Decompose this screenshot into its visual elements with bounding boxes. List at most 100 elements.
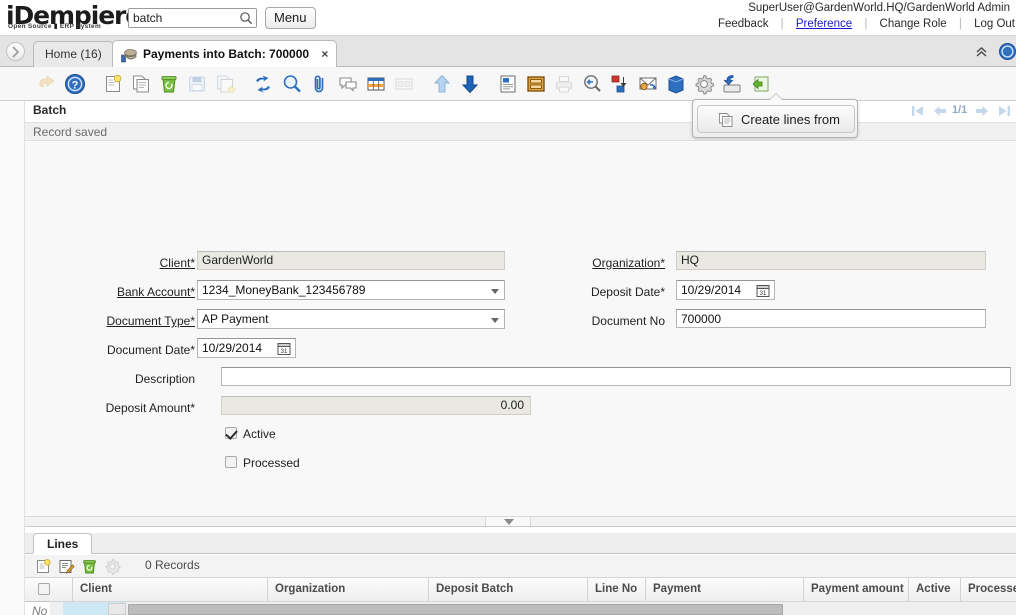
processed-checkbox[interactable] [225,456,237,468]
help-button[interactable]: ? [64,73,86,95]
detail-record-button[interactable] [459,73,481,95]
close-icon[interactable]: × [321,47,328,61]
scrollbar-grip[interactable] [108,603,126,615]
column-header-payment-amount[interactable]: Payment amount [804,578,909,601]
save-create-new-button[interactable] [214,73,236,95]
collapse-panel-button[interactable] [973,43,990,60]
left-gutter [0,101,25,615]
column-header-active[interactable]: Active [909,578,961,601]
search-icon[interactable] [239,11,253,25]
document-type-value: AP Payment [202,312,268,326]
active-checkbox[interactable] [225,427,237,439]
search-input[interactable] [129,9,233,27]
panel-splitter[interactable] [25,517,1016,527]
form-toggle-button[interactable] [393,73,415,95]
field-label-document-type[interactable]: Document Type* [107,314,196,328]
print-button[interactable] [553,73,575,95]
top-bar: iDempiere Open Source ▮ ERP System Menu … [0,0,1016,36]
menu-item-create-lines-from[interactable]: Create lines from [697,105,855,133]
archive-button[interactable] [525,73,547,95]
sidebar-expand-button[interactable] [6,42,25,61]
global-search[interactable] [128,8,257,28]
column-header-deposit-batch[interactable]: Deposit Batch [429,578,588,601]
tab-lines[interactable]: Lines [33,533,92,554]
field-label-client[interactable]: Client* [160,256,195,270]
attachment-button[interactable] [309,73,331,95]
report-button[interactable] [497,73,519,95]
import-button[interactable] [721,73,743,95]
deposit-amount-value: 0.00 [221,396,531,415]
chat-button[interactable] [337,73,359,95]
column-header-client[interactable]: Client [73,578,268,601]
log-out-link[interactable]: Log Out [965,18,1016,30]
exit-button[interactable] [749,73,771,95]
previous-record-button[interactable] [932,103,948,119]
printer-icon [553,73,575,95]
parent-record-button[interactable] [431,73,453,95]
change-role-link[interactable]: Change Role [871,18,956,30]
lines-grid-header: Client Organization Deposit Batch Line N… [25,578,1016,602]
preference-link[interactable]: Preference [787,18,861,30]
select-all-checkbox[interactable] [38,583,50,595]
splitter-handle[interactable] [485,517,531,526]
help-circle-button[interactable] [999,43,1016,60]
find-button[interactable] [281,73,303,95]
field-label-organization[interactable]: Organization* [592,256,665,270]
edit-line-button[interactable] [58,558,75,575]
document-no-input[interactable] [676,309,986,328]
product-info-button[interactable] [665,73,687,95]
zoom-across-button[interactable] [581,73,603,95]
save-new-icon [214,73,236,95]
delete-record-button[interactable] [158,73,180,95]
refresh-button[interactable] [252,73,274,95]
calendar-icon[interactable]: 31 [277,341,291,356]
main-toolbar: ? [0,67,1016,101]
delete-line-button[interactable] [81,558,98,575]
lines-grid: Client Organization Deposit Batch Line N… [25,578,1016,602]
column-header-payment[interactable]: Payment [646,578,804,601]
menu-button[interactable]: Menu [265,7,316,29]
new-record-button[interactable] [102,73,124,95]
bank-account-select[interactable]: 1234_MoneyBank_123456789 [197,280,505,300]
horizontal-scrollbar[interactable] [50,601,1016,615]
description-input[interactable] [221,367,1011,386]
line-process-button[interactable] [104,558,121,575]
field-label-bank-account[interactable]: Bank Account* [117,285,195,299]
column-header-line-no[interactable]: Line No [588,578,646,601]
next-record-button[interactable] [974,103,990,119]
chevron-down-icon[interactable] [491,318,499,323]
document-date-input[interactable]: 10/29/2014 31 [197,338,296,358]
feedback-link[interactable]: Feedback [709,18,778,30]
tab-label: Payments into Batch: 700000 [143,47,309,61]
last-record-button[interactable] [996,103,1012,119]
column-header-processed[interactable]: Processed [961,578,1016,601]
copy-lines-icon [718,112,734,128]
field-label-document-no: Document No [592,314,665,328]
column-header-organization[interactable]: Organization [268,578,429,601]
undo-button[interactable] [35,73,57,95]
copy-record-button[interactable] [130,73,152,95]
first-record-button[interactable] [910,103,926,119]
chevron-down-icon[interactable] [491,289,499,294]
grid-toggle-button[interactable] [365,73,387,95]
field-label-deposit-amount: Deposit Amount* [106,401,195,415]
new-record-icon [35,558,52,575]
tab-home[interactable]: Home (16) [33,41,114,67]
scrollbar-thumb[interactable] [128,604,783,615]
process-gear-button[interactable] [693,73,715,95]
field-label-document-date: Document Date* [107,343,195,357]
new-line-button[interactable] [35,558,52,575]
column-header-select-all[interactable] [25,578,73,601]
active-checkbox-label: Active [243,427,276,441]
form-view-icon [393,73,415,95]
tab-payments-into-batch[interactable]: Payments into Batch: 700000 × [112,40,337,67]
page-title: Batch [33,103,66,117]
export-button[interactable] [609,73,631,95]
deposit-date-input[interactable]: 10/29/2014 31 [676,280,775,300]
calendar-icon[interactable]: 31 [756,283,770,298]
find-icon [281,73,303,95]
document-type-select[interactable]: AP Payment [197,309,505,329]
create-lines-popup-menu: Create lines from [692,99,858,138]
request-button[interactable] [637,73,659,95]
save-button[interactable] [186,73,208,95]
